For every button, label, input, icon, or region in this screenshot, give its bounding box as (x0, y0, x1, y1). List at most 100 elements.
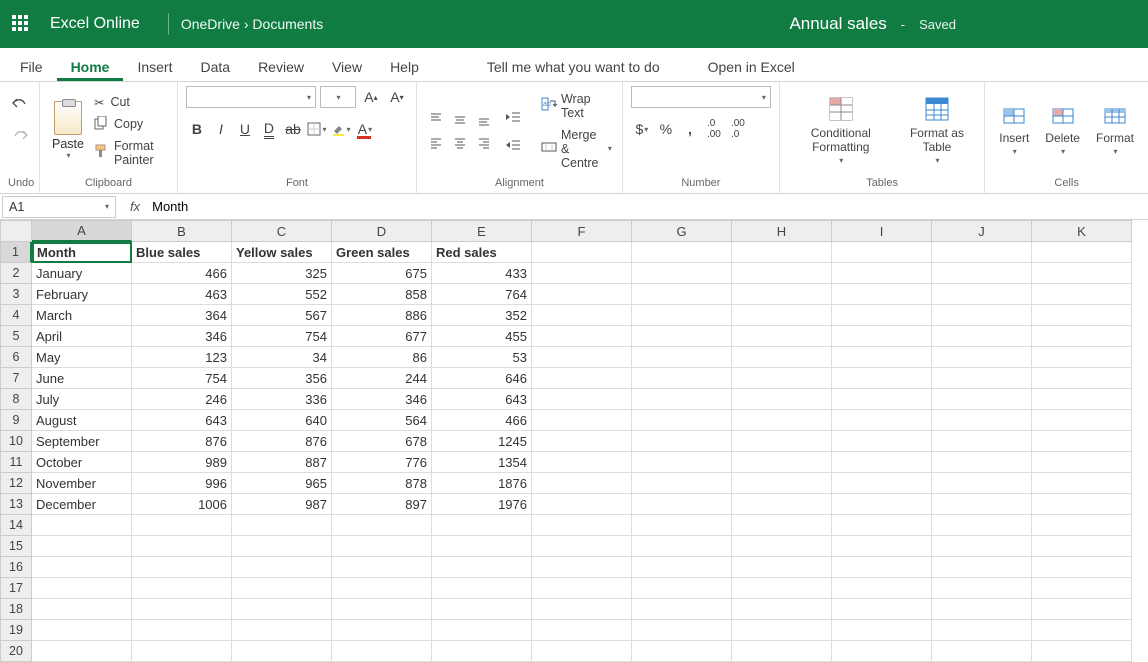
cut-button[interactable]: ✂Cut (92, 94, 169, 111)
cell-K1[interactable] (1032, 242, 1132, 263)
cell-A10[interactable]: September (32, 431, 132, 452)
cell-H4[interactable] (732, 305, 832, 326)
cell-J15[interactable] (932, 536, 1032, 557)
cell-B2[interactable]: 466 (132, 263, 232, 284)
cell-K11[interactable] (1032, 452, 1132, 473)
row-head-20[interactable]: 20 (0, 641, 32, 662)
cell-F18[interactable] (532, 599, 632, 620)
cell-C18[interactable] (232, 599, 332, 620)
align-center-button[interactable] (449, 132, 471, 154)
tab-review[interactable]: Review (244, 51, 318, 81)
cell-B15[interactable] (132, 536, 232, 557)
row-head-3[interactable]: 3 (0, 284, 32, 305)
cell-F17[interactable] (532, 578, 632, 599)
cell-J4[interactable] (932, 305, 1032, 326)
cell-B4[interactable]: 364 (132, 305, 232, 326)
cell-J6[interactable] (932, 347, 1032, 368)
insert-cells-button[interactable]: Insert▾ (993, 103, 1035, 158)
cell-G8[interactable] (632, 389, 732, 410)
cell-H5[interactable] (732, 326, 832, 347)
cell-I3[interactable] (832, 284, 932, 305)
cell-C13[interactable]: 987 (232, 494, 332, 515)
undo-button[interactable] (9, 92, 31, 114)
cell-E15[interactable] (432, 536, 532, 557)
cell-I20[interactable] (832, 641, 932, 662)
cell-G19[interactable] (632, 620, 732, 641)
cell-A17[interactable] (32, 578, 132, 599)
cell-F13[interactable] (532, 494, 632, 515)
row-head-16[interactable]: 16 (0, 557, 32, 578)
comma-format-button[interactable]: , (679, 118, 701, 140)
cell-K9[interactable] (1032, 410, 1132, 431)
cell-D13[interactable]: 897 (332, 494, 432, 515)
cell-I5[interactable] (832, 326, 932, 347)
cell-B18[interactable] (132, 599, 232, 620)
cell-H17[interactable] (732, 578, 832, 599)
cell-D17[interactable] (332, 578, 432, 599)
cell-F3[interactable] (532, 284, 632, 305)
cell-I13[interactable] (832, 494, 932, 515)
cell-D20[interactable] (332, 641, 432, 662)
col-head-I[interactable]: I (832, 220, 932, 242)
row-head-8[interactable]: 8 (0, 389, 32, 410)
tab-view[interactable]: View (318, 51, 376, 81)
cell-E17[interactable] (432, 578, 532, 599)
cell-A13[interactable]: December (32, 494, 132, 515)
tab-file[interactable]: File (6, 51, 57, 81)
cell-C7[interactable]: 356 (232, 368, 332, 389)
row-head-5[interactable]: 5 (0, 326, 32, 347)
cell-D9[interactable]: 564 (332, 410, 432, 431)
cell-E18[interactable] (432, 599, 532, 620)
cell-C6[interactable]: 34 (232, 347, 332, 368)
align-top-button[interactable] (425, 108, 447, 130)
cell-K14[interactable] (1032, 515, 1132, 536)
italic-button[interactable]: I (210, 118, 232, 140)
cell-H9[interactable] (732, 410, 832, 431)
cell-A6[interactable]: May (32, 347, 132, 368)
row-head-18[interactable]: 18 (0, 599, 32, 620)
cell-G18[interactable] (632, 599, 732, 620)
col-head-D[interactable]: D (332, 220, 432, 242)
double-underline-button[interactable]: D (258, 118, 280, 140)
cell-F7[interactable] (532, 368, 632, 389)
cell-C9[interactable]: 640 (232, 410, 332, 431)
cell-B14[interactable] (132, 515, 232, 536)
cell-F2[interactable] (532, 263, 632, 284)
tab-home[interactable]: Home (57, 51, 124, 81)
cell-F16[interactable] (532, 557, 632, 578)
row-head-19[interactable]: 19 (0, 620, 32, 641)
align-middle-button[interactable] (449, 108, 471, 130)
cell-J19[interactable] (932, 620, 1032, 641)
row-head-11[interactable]: 11 (0, 452, 32, 473)
cell-I4[interactable] (832, 305, 932, 326)
cell-K3[interactable] (1032, 284, 1132, 305)
name-box[interactable]: A1▾ (2, 196, 116, 218)
cell-G5[interactable] (632, 326, 732, 347)
cell-G7[interactable] (632, 368, 732, 389)
cell-G2[interactable] (632, 263, 732, 284)
app-launcher-icon[interactable] (12, 15, 30, 33)
cell-F9[interactable] (532, 410, 632, 431)
cell-B6[interactable]: 123 (132, 347, 232, 368)
cell-C20[interactable] (232, 641, 332, 662)
cell-C1[interactable]: Yellow sales (232, 242, 332, 263)
cell-H19[interactable] (732, 620, 832, 641)
cell-A19[interactable] (32, 620, 132, 641)
row-head-14[interactable]: 14 (0, 515, 32, 536)
cell-G17[interactable] (632, 578, 732, 599)
cell-E2[interactable]: 433 (432, 263, 532, 284)
cell-C12[interactable]: 965 (232, 473, 332, 494)
open-in-excel-button[interactable]: Open in Excel (694, 51, 809, 81)
row-head-4[interactable]: 4 (0, 305, 32, 326)
select-all-corner[interactable] (0, 220, 32, 242)
cell-J10[interactable] (932, 431, 1032, 452)
fill-color-button[interactable]: ▾ (330, 118, 352, 140)
cell-E10[interactable]: 1245 (432, 431, 532, 452)
format-cells-button[interactable]: Format▾ (1090, 103, 1140, 158)
cell-E8[interactable]: 643 (432, 389, 532, 410)
cell-K10[interactable] (1032, 431, 1132, 452)
cell-I11[interactable] (832, 452, 932, 473)
cell-C16[interactable] (232, 557, 332, 578)
cell-I6[interactable] (832, 347, 932, 368)
format-painter-button[interactable]: Format Painter (92, 138, 169, 168)
